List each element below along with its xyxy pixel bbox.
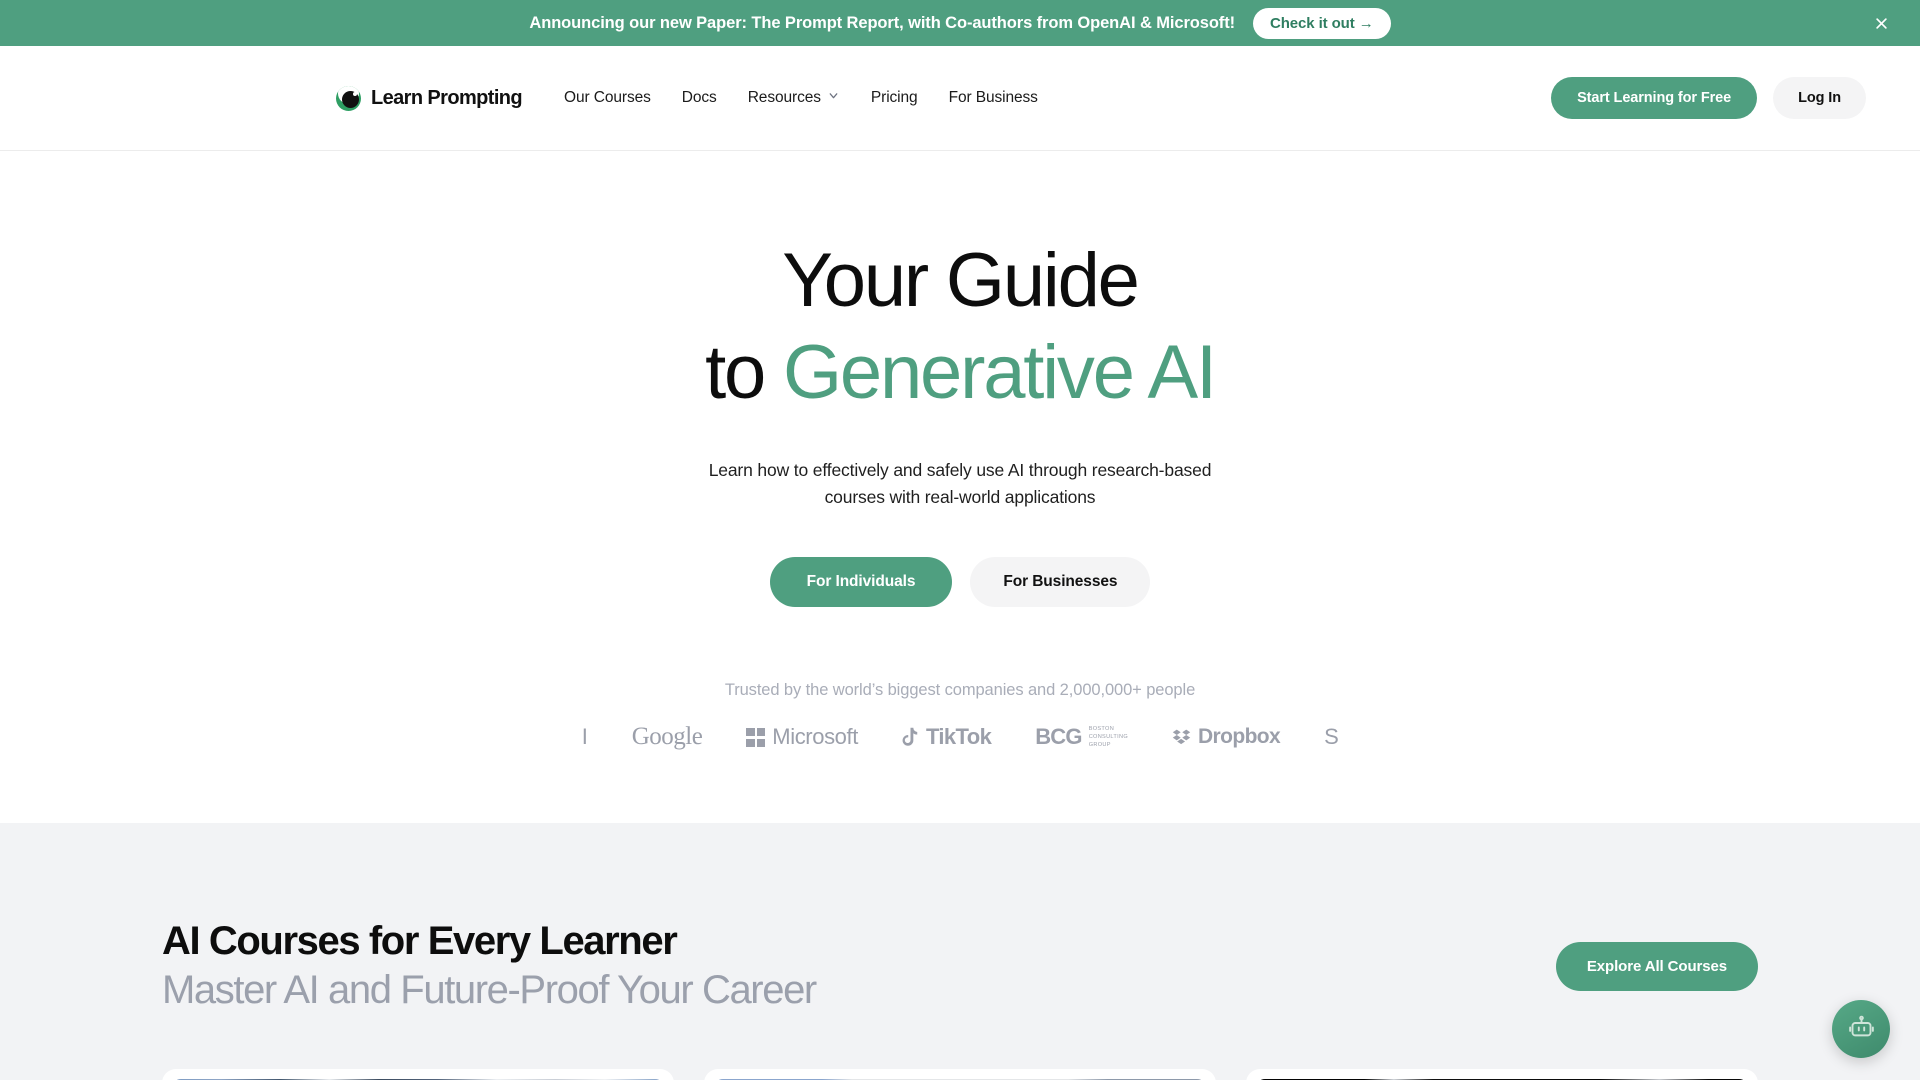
nav-item-our-courses[interactable]: Our Courses: [564, 89, 651, 107]
course-card-3[interactable]: [1246, 1068, 1758, 1080]
announcement-text: Announcing our new Paper: The Prompt Rep…: [529, 13, 1235, 32]
login-button[interactable]: Log In: [1773, 77, 1866, 119]
nav-item-resources-label: Resources: [747, 89, 821, 106]
partial-logo-left-text: I: [581, 724, 588, 750]
courses-header: AI Courses for Every Learner Master AI a…: [150, 919, 1770, 1013]
brand-logo-link[interactable]: Learn Prompting: [336, 85, 523, 111]
tiktok-logo-text: TikTok: [925, 724, 992, 750]
bcg-logo-subtext: BOSTON CONSULTING GROUP: [1089, 725, 1128, 749]
for-businesses-button[interactable]: For Businesses: [970, 557, 1151, 608]
hero-section: Your Guide to Generative AI Learn how to…: [0, 151, 1920, 758]
bcg-sub1: BOSTON: [1088, 726, 1115, 733]
courses-section: AI Courses for Every Learner Master AI a…: [0, 823, 1920, 1080]
tiktok-logo: TikTok: [902, 724, 992, 750]
explore-all-courses-button[interactable]: Explore All Courses: [1555, 941, 1758, 991]
bcg-sub3: GROUP: [1088, 742, 1111, 749]
courses-heading: AI Courses for Every Learner: [162, 919, 678, 964]
course-card-row: [150, 1068, 1770, 1080]
nav-item-docs-label: Docs: [681, 89, 717, 106]
course-card-1[interactable]: [162, 1068, 674, 1080]
hero-title-line2-plain: to: [705, 330, 783, 415]
trusted-by-label: Trusted by the world’s biggest companies…: [724, 681, 1196, 700]
hero-subtitle-line2: courses with real-world applications: [824, 487, 1096, 508]
bcg-logo: BCG BOSTON CONSULTING GROUP: [1035, 724, 1128, 750]
hero-subtitle-line1: Learn how to effectively and safely use …: [708, 460, 1212, 480]
hero-cta-group: For Individuals For Businesses: [0, 557, 1920, 608]
nav-item-docs[interactable]: Docs: [682, 89, 717, 107]
trusted-by-section: Trusted by the world’s biggest companies…: [0, 681, 1920, 757]
nav-item-resources[interactable]: Resources: [748, 89, 840, 107]
hero-title: Your Guide to Generative AI: [0, 243, 1920, 411]
hero-subtitle: Learn how to effectively and safely use …: [0, 457, 1920, 511]
microsoft-logo: Microsoft: [746, 724, 858, 750]
chat-assistant-button[interactable]: [1832, 1000, 1890, 1058]
hero-title-line2: to Generative AI: [0, 335, 1920, 411]
nav-links: Our Courses Docs Resources Pricing For B…: [564, 89, 1038, 107]
announcement-bar: Announcing our new Paper: The Prompt Rep…: [0, 0, 1920, 46]
nav-item-pricing-label: Pricing: [870, 89, 918, 106]
courses-subheading: Master AI and Future-Proof Your Career: [162, 968, 817, 1013]
bcg-sub2: CONSULTING: [1088, 734, 1128, 741]
main-navigation: Learn Prompting Our Courses Docs Resourc…: [0, 46, 1920, 151]
partial-logo-left: I: [582, 724, 588, 750]
nav-item-for-business[interactable]: For Business: [949, 89, 1038, 107]
microsoft-grid-icon: [746, 727, 766, 747]
google-logo: Google: [632, 723, 703, 751]
bcg-logo-text: BCG: [1035, 724, 1082, 750]
learn-prompting-logo-icon: [336, 85, 361, 111]
hero-title-accent: Generative AI: [783, 330, 1217, 415]
company-logo-row: I Google Microsoft TikTok BCG BOSTON CON…: [0, 717, 1920, 757]
dropbox-logo: Dropbox: [1172, 725, 1281, 749]
robot-icon: [1848, 1014, 1875, 1044]
brand-name: Learn Prompting: [371, 86, 523, 109]
google-logo-text: Google: [631, 723, 703, 751]
chevron-down-icon: [827, 89, 840, 107]
nav-item-pricing[interactable]: Pricing: [871, 89, 918, 107]
course-card-2[interactable]: [704, 1068, 1216, 1080]
partial-logo-right: S: [1324, 724, 1338, 750]
courses-heading-group: AI Courses for Every Learner Master AI a…: [162, 919, 817, 1013]
nav-actions: Start Learning for Free Log In: [1551, 77, 1866, 119]
hero-title-line1: Your Guide: [782, 238, 1140, 323]
microsoft-logo-text: Microsoft: [772, 724, 858, 750]
close-icon[interactable]: [1870, 12, 1892, 34]
for-individuals-button[interactable]: For Individuals: [769, 557, 953, 608]
tiktok-note-icon: [902, 728, 918, 747]
start-learning-button[interactable]: Start Learning for Free: [1551, 77, 1758, 119]
announcement-cta-button[interactable]: Check it out →: [1252, 7, 1391, 39]
partial-logo-right-text: S: [1324, 724, 1339, 750]
dropbox-logo-text: Dropbox: [1197, 725, 1281, 749]
nav-item-our-courses-label: Our Courses: [564, 89, 651, 106]
dropbox-box-icon: [1172, 729, 1191, 744]
nav-item-for-business-label: For Business: [948, 89, 1038, 106]
